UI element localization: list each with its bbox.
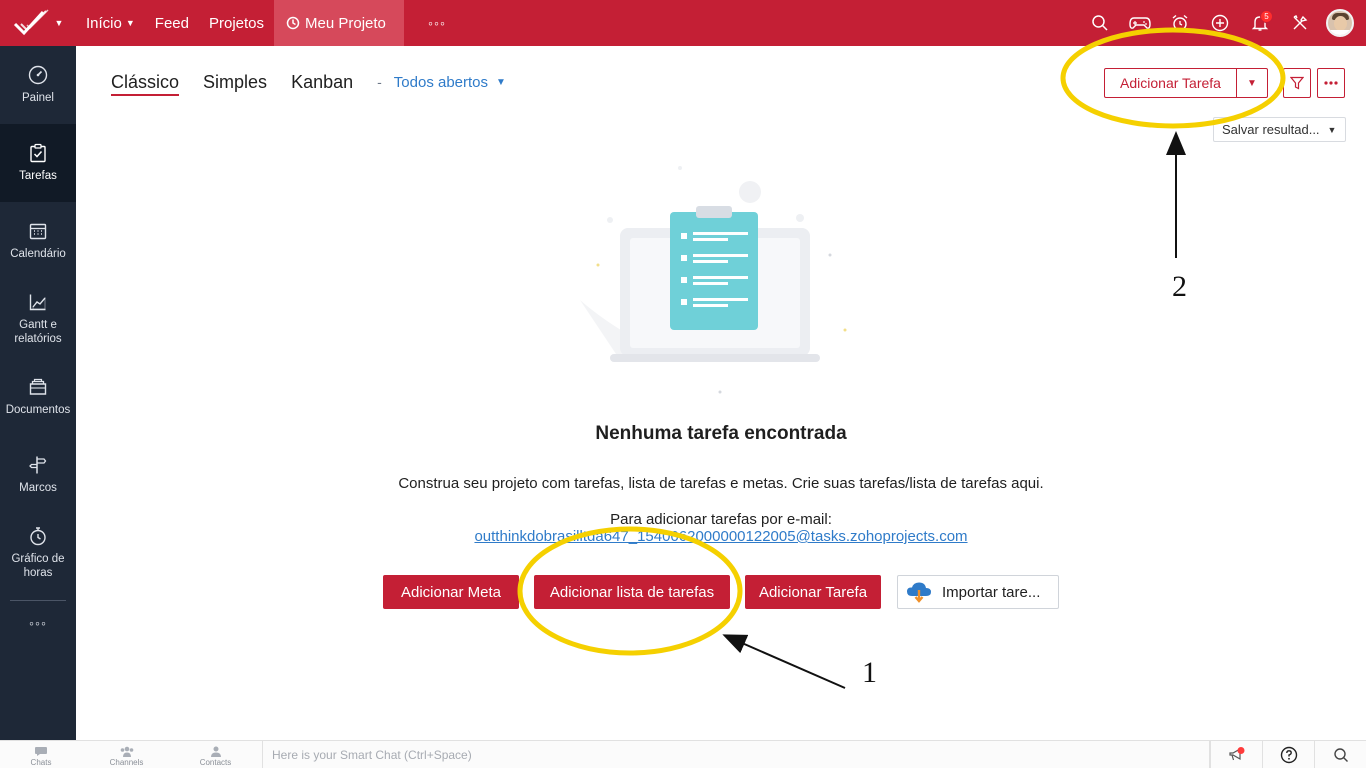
- email-instructions-label: Para adicionar tarefas por e-mail:: [610, 511, 832, 528]
- sidebar-item-label: Gantt e relatórios: [14, 319, 62, 345]
- empty-tasks-illustration: [580, 166, 847, 394]
- annotation-arrow-1: [722, 634, 846, 689]
- empty-state-title: Nenhuma tarefa encontrada: [595, 423, 847, 444]
- chat-bubble-icon: [35, 746, 47, 756]
- gamepad-icon[interactable]: [1120, 0, 1160, 46]
- add-task-button[interactable]: Adicionar Tarefa: [1105, 69, 1237, 97]
- active-project-label: Meu Projeto: [305, 14, 386, 32]
- task-email-link[interactable]: outthinkdobrasilltda647_1540062000000122…: [76, 528, 1366, 545]
- contact-icon: [210, 746, 221, 757]
- add-icon[interactable]: [1200, 0, 1240, 46]
- nav-projetos[interactable]: Projetos: [199, 0, 274, 46]
- notification-badge: 5: [1260, 10, 1273, 23]
- save-results-dropdown[interactable]: Salvar resultad... ▼: [1213, 117, 1346, 142]
- megaphone-icon: [1228, 747, 1244, 761]
- app-logo[interactable]: ▼: [0, 0, 76, 46]
- tab-simples[interactable]: Simples: [203, 62, 267, 102]
- chevron-down-icon: ▼: [1327, 124, 1337, 135]
- sidebar-more-icon[interactable]: ◦◦◦: [0, 601, 76, 645]
- nav-active-project[interactable]: Meu Projeto: [274, 0, 405, 46]
- sidebar-item-documentos[interactable]: Documentos: [0, 358, 76, 436]
- tasks-icon: [30, 143, 46, 163]
- dashboard-icon: [28, 65, 48, 85]
- save-results-label: Salvar resultad...: [1222, 122, 1320, 137]
- import-tasks-label: Importar tare...: [942, 583, 1041, 601]
- sidebar-item-label: Painel: [22, 92, 54, 104]
- sidebar-item-label: Marcos: [19, 482, 57, 494]
- filter-icon: [1290, 76, 1304, 90]
- gantt-icon: [29, 294, 46, 311]
- bottom-item-label: Channels: [109, 757, 144, 767]
- sidebar-item-label: Documentos: [5, 404, 71, 416]
- group-icon: [120, 746, 133, 757]
- add-task-button-empty[interactable]: Adicionar Tarefa: [745, 575, 881, 609]
- bottom-chat-bar: Chats Channels Contacts Here is your Sma…: [0, 740, 1366, 768]
- logo-check-icon: [13, 9, 49, 36]
- milestone-icon: [29, 456, 47, 474]
- more-projects-icon[interactable]: ◦◦◦: [404, 0, 470, 46]
- task-filter-label: Todos abertos: [393, 73, 489, 91]
- tab-separator: -: [377, 74, 382, 90]
- add-tasklist-button[interactable]: Adicionar lista de tarefas: [534, 575, 730, 609]
- smart-chat-input[interactable]: Here is your Smart Chat (Ctrl+Space): [262, 741, 1210, 768]
- add-task-dropdown-icon[interactable]: ▼: [1237, 69, 1267, 97]
- nav-feed[interactable]: Feed: [145, 0, 199, 46]
- annotation-label-1: 1: [862, 656, 877, 689]
- cloud-import-icon: [907, 582, 931, 603]
- chevron-down-icon: ▼: [54, 18, 64, 28]
- empty-state-description: Construa seu projeto com tarefas, lista …: [398, 475, 1044, 492]
- top-navigation-bar: ▼ Início ▼ Feed Projetos Meu Projeto ◦◦◦ …: [0, 0, 1366, 46]
- sidebar-item-label: Gráfico de horas: [11, 553, 65, 579]
- bottom-search-button[interactable]: [1314, 741, 1366, 768]
- view-tabs: Clássico Simples Kanban - Todos abertos …: [111, 62, 506, 102]
- annotation-label-2: 2: [1172, 270, 1187, 303]
- tools-icon[interactable]: [1280, 0, 1320, 46]
- tab-classico[interactable]: Clássico: [111, 62, 180, 102]
- bottom-item-label: Chats: [30, 757, 52, 767]
- nav-inicio-label: Início: [86, 14, 122, 32]
- search-icon[interactable]: [1080, 0, 1120, 46]
- sidebar-item-label: Calendário: [10, 248, 66, 260]
- add-task-split-button: Adicionar Tarefa ▼: [1104, 68, 1268, 98]
- sidebar-item-label: Tarefas: [19, 170, 57, 182]
- nav-projetos-label: Projetos: [208, 14, 265, 32]
- more-dots-icon: [1324, 81, 1338, 85]
- help-icon: [1280, 746, 1297, 764]
- sidebar-item-tarefas[interactable]: Tarefas: [0, 124, 76, 202]
- bottom-item-label: Contacts: [199, 757, 232, 767]
- calendar-icon: [29, 223, 47, 240]
- tab-kanban[interactable]: Kanban: [291, 62, 353, 102]
- search-icon: [1333, 748, 1348, 762]
- import-tasks-button[interactable]: Importar tare...: [897, 575, 1059, 609]
- bottom-item-channels[interactable]: Channels: [82, 741, 171, 768]
- help-button[interactable]: [1262, 741, 1314, 768]
- bell-icon[interactable]: 5: [1240, 0, 1280, 46]
- announcement-button[interactable]: [1210, 741, 1262, 768]
- bottom-item-chats[interactable]: Chats: [0, 741, 82, 768]
- chevron-down-icon: ▼: [496, 76, 506, 88]
- add-goal-button[interactable]: Adicionar Meta: [383, 575, 519, 609]
- sidebar-item-grafico-horas[interactable]: Gráfico de horas: [0, 514, 76, 592]
- sidebar-item-painel[interactable]: Painel: [0, 46, 76, 124]
- project-clock-icon: [286, 16, 300, 30]
- avatar[interactable]: [1326, 9, 1354, 37]
- filter-button[interactable]: [1283, 68, 1311, 98]
- sidebar: Painel Tarefas Calendário Gantt e relató…: [0, 46, 76, 740]
- sidebar-item-calendario[interactable]: Calendário: [0, 202, 76, 280]
- documents-icon: [29, 378, 47, 395]
- task-filter-dropdown[interactable]: Todos abertos ▼: [394, 74, 506, 91]
- nav-inicio[interactable]: Início ▼: [76, 0, 145, 46]
- alarm-icon[interactable]: [1160, 0, 1200, 46]
- bottom-item-contacts[interactable]: Contacts: [171, 741, 260, 768]
- timer-icon: [30, 527, 46, 546]
- nav-feed-label: Feed: [154, 14, 189, 32]
- sidebar-item-gantt[interactable]: Gantt e relatórios: [0, 280, 76, 358]
- chevron-down-icon: ▼: [125, 18, 135, 28]
- more-options-button[interactable]: [1317, 68, 1345, 98]
- sidebar-item-marcos[interactable]: Marcos: [0, 436, 76, 514]
